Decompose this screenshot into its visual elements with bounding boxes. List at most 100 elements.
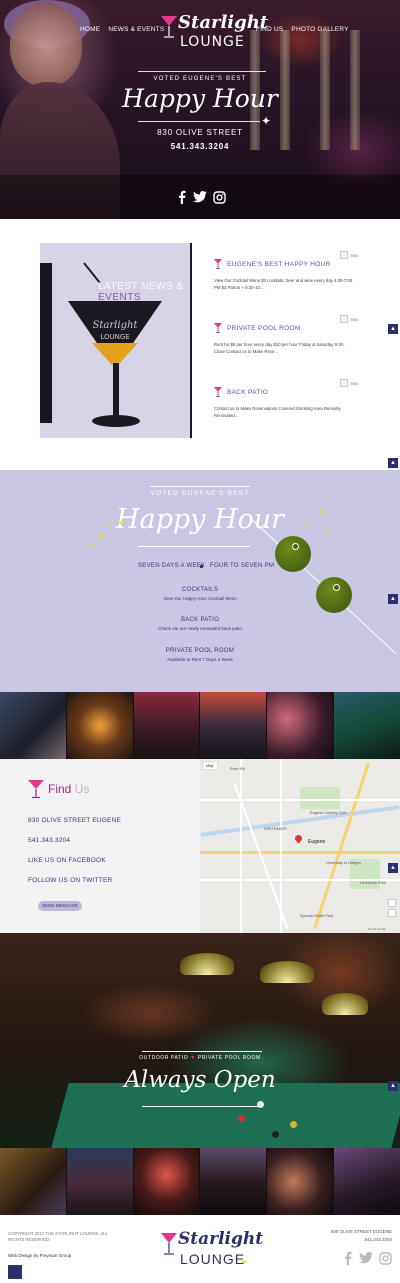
pool-tag-patio: OUTDOOR PATIO bbox=[139, 1055, 189, 1061]
news-date-text: Sep bbox=[349, 252, 358, 258]
map-label: University of Oregon bbox=[326, 861, 361, 865]
gallery-photo[interactable] bbox=[0, 692, 67, 759]
nav-find-us[interactable]: FIND US bbox=[256, 26, 283, 33]
pool-lamp bbox=[322, 993, 368, 1015]
gallery-photo[interactable] bbox=[66, 1148, 134, 1215]
scroll-up-button[interactable]: ▲ bbox=[388, 1081, 398, 1091]
twitter-link[interactable]: FOLLOW US ON TWITTER bbox=[28, 877, 112, 884]
scroll-up-button[interactable]: ▲ bbox=[388, 458, 398, 468]
map-terms[interactable]: Terms of Use bbox=[368, 927, 386, 931]
star-icon: ✶ bbox=[117, 518, 126, 529]
gallery-photo[interactable] bbox=[133, 692, 201, 759]
happy-hour-section: VOTED EUGENE'S BEST Happy Hour ✶ ✶ ✶ ✶ ✶… bbox=[0, 470, 400, 692]
gallery-photo[interactable] bbox=[200, 692, 268, 759]
map-pin-icon[interactable] bbox=[293, 833, 304, 844]
page: HOME NEWS & EVENTS Starlight LOUNGE FIND… bbox=[0, 0, 400, 1283]
pool-ball bbox=[238, 1115, 245, 1122]
news-item-title[interactable]: BACK PATIO bbox=[227, 389, 268, 396]
find-us-section: Find Us 830 OLIVE STREET EUGENE 541.343.… bbox=[0, 759, 400, 933]
martini-glass-icon bbox=[214, 259, 222, 269]
gallery-photo[interactable] bbox=[334, 1148, 400, 1215]
scroll-up-button[interactable]: ▲ bbox=[388, 594, 398, 604]
location-map[interactable]: Map River Rd Eugene Country Club WHITEAK… bbox=[200, 759, 400, 933]
send-message-button[interactable]: SEND MESSAGE bbox=[38, 901, 82, 911]
nav-photo-gallery[interactable]: PHOTO GALLERY bbox=[291, 26, 348, 33]
map-label: Eugene bbox=[308, 839, 326, 845]
hero-happy-hour: Happy Hour bbox=[122, 84, 278, 113]
hh-days: SEVEN DAYS A WEEK bbox=[138, 563, 206, 569]
news-item-title[interactable]: PRIVATE POOL ROOM bbox=[227, 325, 301, 332]
site-footer: COPYRIGHT 2017 THE STARLIGHT LOUNGE. ALL… bbox=[0, 1215, 400, 1283]
map-label: Spencer Butte Park bbox=[300, 914, 333, 918]
sparkle-icon: ✦ bbox=[261, 114, 272, 128]
olive-icon bbox=[275, 536, 311, 572]
divider bbox=[150, 486, 250, 487]
facebook-link[interactable]: LIKE US ON FACEBOOK bbox=[28, 857, 106, 864]
hero-photo-face bbox=[10, 2, 82, 86]
news-title-latest: LATEST NEWS & bbox=[98, 281, 184, 292]
accessibility-badge-icon[interactable] bbox=[8, 1265, 22, 1279]
facebook-icon[interactable] bbox=[177, 190, 187, 204]
map-road bbox=[200, 799, 400, 801]
pool-tag-room: PRIVATE POOL ROOM bbox=[197, 1055, 261, 1061]
map-road bbox=[240, 759, 242, 933]
news-date-text: Sep bbox=[349, 316, 358, 322]
news-feature-image: Starlight LOUNGE LATEST NEWS & EVENTS bbox=[40, 243, 190, 438]
star-icon: ✶ bbox=[88, 543, 94, 550]
site-logo[interactable]: Starlight LOUNGE bbox=[158, 8, 268, 56]
instagram-icon[interactable] bbox=[379, 1251, 392, 1265]
news-item[interactable]: Sep EUGENE'S BEST HAPPY HOUR View Our Co… bbox=[214, 251, 364, 291]
twitter-icon[interactable] bbox=[193, 191, 207, 203]
gallery-photo[interactable] bbox=[267, 1148, 335, 1215]
news-item[interactable]: Sep BACK PATIO Contact us to Make Reserv… bbox=[214, 379, 364, 419]
facebook-icon[interactable] bbox=[343, 1251, 353, 1265]
martini-glass-icon bbox=[161, 1233, 177, 1255]
news-item-body: Rent for $5 per hour every day $10 per h… bbox=[214, 342, 345, 354]
find-us-heading: Find Us bbox=[28, 779, 89, 799]
main-nav-left: HOME NEWS & EVENTS bbox=[80, 26, 164, 33]
photo-strip bbox=[0, 1148, 400, 1215]
star-icon: ✶ bbox=[318, 507, 327, 518]
gallery-photo[interactable] bbox=[334, 692, 400, 759]
hh-block-title: PRIVATE POOL ROOM bbox=[165, 648, 235, 654]
find-phone[interactable]: 541.343.3204 bbox=[28, 837, 70, 844]
scroll-up-button[interactable]: ▲ bbox=[388, 324, 398, 334]
divider bbox=[138, 71, 266, 72]
zoom-in-button[interactable] bbox=[388, 899, 396, 907]
hh-block-sub: Available to Rent 7 Days a Week bbox=[167, 657, 233, 662]
date-box bbox=[339, 315, 348, 323]
pool-ball bbox=[272, 1131, 279, 1138]
gallery-photo[interactable] bbox=[267, 692, 335, 759]
divider bbox=[142, 1051, 262, 1052]
pool-ball bbox=[290, 1121, 297, 1128]
gallery-photo[interactable] bbox=[0, 1148, 67, 1215]
twitter-icon[interactable] bbox=[359, 1252, 373, 1264]
design-credit[interactable]: Web Design by Freyman Group bbox=[8, 1253, 71, 1258]
hero-section: HOME NEWS & EVENTS Starlight LOUNGE FIND… bbox=[0, 0, 400, 219]
pool-lamp bbox=[180, 953, 234, 975]
nav-news-events[interactable]: NEWS & EVENTS bbox=[108, 26, 164, 33]
instagram-icon[interactable] bbox=[213, 190, 226, 204]
footer-address: 830 OLIVE STREET EUGENE bbox=[330, 1229, 392, 1234]
olive-icon bbox=[316, 577, 352, 613]
hh-block-pool[interactable]: PRIVATE POOL ROOM Available to Rent 7 Da… bbox=[0, 648, 400, 662]
pool-section: OUTDOOR PATIO ▼ PRIVATE POOL ROOM Always… bbox=[0, 933, 400, 1148]
gallery-photo[interactable] bbox=[66, 692, 134, 759]
hh-block-sub: Check out our newly renovated back patio bbox=[158, 626, 242, 631]
find-us-title: Find Us bbox=[48, 782, 89, 796]
news-item-body: View Our Cocktail Menu $3 cocktails, bee… bbox=[214, 278, 353, 290]
footer-logo[interactable]: Starlight LOUNGE ✶ bbox=[158, 1227, 263, 1271]
find-title-a: Find bbox=[48, 782, 72, 796]
news-item-title[interactable]: EUGENE'S BEST HAPPY HOUR bbox=[227, 261, 331, 268]
nav-home[interactable]: HOME bbox=[80, 26, 100, 33]
gallery-photo[interactable] bbox=[133, 1148, 201, 1215]
footer-phone[interactable]: 541.343.3204 bbox=[364, 1237, 392, 1242]
hero-phone[interactable]: 541.343.3204 bbox=[0, 142, 400, 151]
scroll-up-button[interactable]: ▲ bbox=[388, 863, 398, 873]
news-item[interactable]: Sep PRIVATE POOL ROOM Rent for $5 per ho… bbox=[214, 315, 364, 355]
hh-block-patio[interactable]: BACK PATIO Check out our newly renovated… bbox=[0, 617, 400, 631]
gallery-photo[interactable] bbox=[200, 1148, 268, 1215]
map-type-tab[interactable]: Map bbox=[202, 761, 218, 770]
star-icon: ✶ bbox=[240, 1257, 248, 1267]
zoom-out-button[interactable] bbox=[388, 909, 396, 917]
